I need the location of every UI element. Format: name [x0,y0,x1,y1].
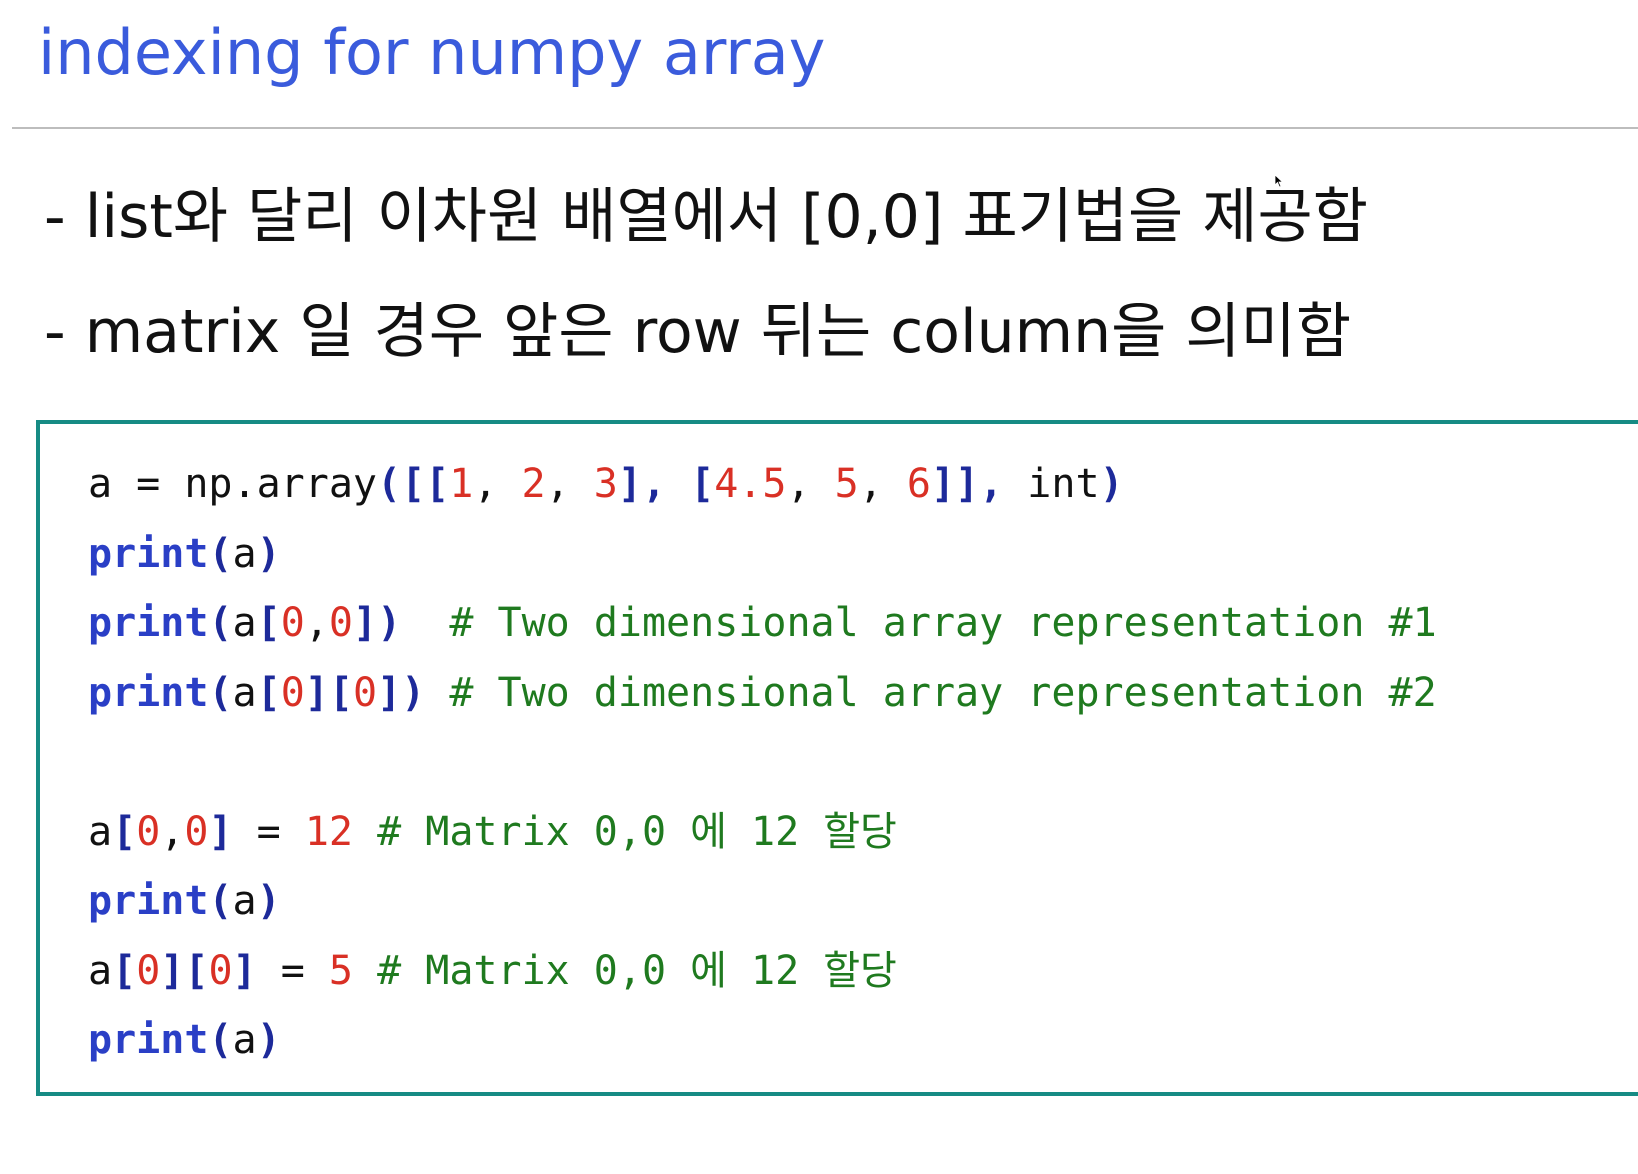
code-number: 0 [280,669,305,716]
code-text: , [858,461,907,507]
code-number: 5 [834,461,859,507]
code-keyword: print [88,1017,209,1063]
code-bracket: ) [1099,461,1124,507]
code-keyword: print [88,530,209,577]
code-bracket: ] [208,808,233,855]
code-number: 0 [280,600,305,646]
code-comment: # Two dimensional array representation #… [425,669,1437,716]
code-number: 3 [593,461,618,507]
code-bracket: ][ [160,947,209,994]
bullet-list: - list와 달리 이차원 배열에서 [0,0] 표기법을 제공함 - mat… [44,160,1368,390]
code-line: print(a) [88,867,1437,937]
code-line: print(a[0][0]) # Two dimensional array r… [88,659,1437,729]
code-text: a [88,947,113,994]
code-text: , [160,808,185,855]
code-text: , [786,461,835,507]
code-keyword: print [88,600,209,646]
code-bracket: ( [208,1017,233,1063]
code-comment: # Matrix 0,0 에 12 할당 [352,808,897,855]
code-text: a [232,1017,257,1063]
code-number: 2 [521,461,546,507]
code-bracket: ], [ [617,461,715,507]
code-number: 4.5 [714,461,787,507]
code-bracket: ] [232,947,257,994]
code-bracket: ]], [930,461,1028,507]
code-number: 0 [136,947,161,994]
code-number: 6 [906,461,931,507]
code-bracket: ) [256,530,281,577]
bullet-item: - list와 달리 이차원 배열에서 [0,0] 표기법을 제공함 [44,182,1368,252]
code-text: a = np.array [88,461,377,507]
code-text: a [232,530,257,577]
code-bracket: ( [208,600,233,646]
code-text: , [545,461,594,507]
code-bracket: ([[ [376,461,450,507]
code-bracket: [ [112,947,137,994]
code-number: 0 [208,947,233,994]
code-number: 0 [328,600,353,646]
code-bracket: ][ [304,669,353,716]
code-block: a = np.array([[1, 2, 3], [4.5, 5, 6]], i… [36,420,1638,1096]
code-number: 0 [136,808,161,855]
code-bracket: ]) [352,600,402,646]
code-text: = [256,947,329,994]
code-line: print(a) [88,520,1437,590]
slide-title: indexing for numpy array [38,16,826,89]
code-number: 0 [352,669,378,716]
code-text: a [88,808,113,855]
code-bracket: [ [256,669,281,716]
code-line: print(a[0,0]) # Two dimensional array re… [88,589,1437,659]
code-comment: # Matrix 0,0 에 12 할당 [352,947,897,994]
code-line: print(a) [88,1006,1437,1076]
code-text: , [304,600,329,646]
code-bracket: ( [208,878,233,924]
code-number: 12 [304,808,353,855]
code-line: a = np.array([[1, 2, 3], [4.5, 5, 6]], i… [88,450,1437,520]
code-text: a [232,600,257,646]
code-bracket: ) [256,878,281,924]
code-text: = [232,808,305,855]
code-number: 5 [328,947,353,994]
code-text: a [232,669,257,716]
code-bracket: ]) [377,669,426,716]
code-text: a [232,878,257,924]
code-text: , [473,461,522,507]
title-divider [12,127,1638,129]
code-comment: # Two dimensional array representation #… [401,600,1437,646]
code-line: a[0,0] = 12 # Matrix 0,0 에 12 할당 [88,798,1437,868]
code-bracket: ) [256,1017,281,1063]
code-number: 1 [449,461,474,507]
code-keyword: print [88,669,209,716]
bullet-item: - matrix 일 경우 앞은 row 뒤는 column을 의미함 [44,297,1352,367]
code-lines: a = np.array([[1, 2, 3], [4.5, 5, 6]], i… [88,450,1437,1076]
code-line: a[0][0] = 5 # Matrix 0,0 에 12 할당 [88,937,1437,1007]
code-bracket: ( [208,530,233,577]
code-bracket: [ [256,600,281,646]
code-text: int [1027,461,1100,507]
code-keyword: print [88,878,209,924]
mouse-pointer-icon [1274,174,1284,188]
code-number: 0 [184,808,209,855]
code-bracket: [ [112,808,137,855]
code-bracket: ( [208,669,233,716]
